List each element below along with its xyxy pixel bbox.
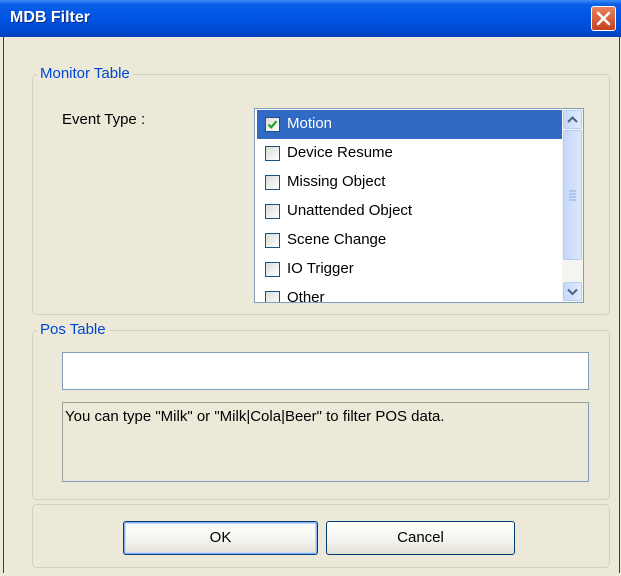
button-bar-group	[32, 504, 610, 568]
chevron-down-icon	[567, 288, 578, 296]
close-button[interactable]	[591, 6, 616, 31]
event-label: Other	[287, 289, 325, 303]
event-label: Scene Change	[287, 231, 387, 248]
list-item[interactable]: Other	[257, 284, 563, 303]
pos-hint-text: You can type "Milk" or "Milk|Cola|Beer" …	[65, 408, 445, 425]
monitor-table-legend: Monitor Table	[37, 66, 133, 82]
list-item[interactable]: Scene Change	[257, 226, 563, 255]
cancel-button[interactable]: Cancel	[326, 521, 515, 555]
event-checkbox[interactable]	[265, 262, 280, 277]
event-label: Missing Object	[287, 173, 386, 190]
close-icon	[596, 11, 611, 26]
event-label: Device Resume	[287, 144, 393, 161]
event-checkbox[interactable]	[265, 117, 280, 132]
event-checkbox[interactable]	[265, 204, 280, 219]
event-type-list[interactable]: Motion Device Resume Missing Object Unatten…	[254, 108, 584, 303]
scroll-thumb[interactable]	[563, 130, 582, 260]
pos-filter-input[interactable]	[62, 352, 589, 390]
list-item[interactable]: Missing Object	[257, 168, 563, 197]
event-label: Unattended Object	[287, 202, 413, 219]
list-item[interactable]: Unattended Object	[257, 197, 563, 226]
grip-icon	[569, 190, 576, 201]
event-type-label: Event Type :	[62, 111, 146, 128]
scroll-up-button[interactable]	[563, 110, 582, 129]
pos-table-legend: Pos Table	[37, 322, 109, 338]
list-scrollbar[interactable]	[562, 109, 583, 302]
event-checkbox[interactable]	[265, 233, 280, 248]
checkmark-icon	[267, 120, 278, 129]
list-item[interactable]: Motion	[257, 110, 563, 139]
chevron-up-icon	[567, 116, 578, 123]
event-checkbox[interactable]	[265, 146, 280, 161]
event-label: IO Trigger	[287, 260, 354, 277]
list-item[interactable]: Device Resume	[257, 139, 563, 168]
ok-button[interactable]: OK	[123, 521, 318, 555]
event-checkbox[interactable]	[265, 291, 280, 302]
title-bar[interactable]: MDB Filter	[0, 0, 621, 37]
pos-hint-box: You can type "Milk" or "Milk|Cola|Beer" …	[62, 402, 589, 482]
event-checkbox[interactable]	[265, 175, 280, 190]
list-item[interactable]: IO Trigger	[257, 255, 563, 284]
scroll-down-button[interactable]	[563, 282, 582, 301]
window-title: MDB Filter	[10, 9, 90, 26]
event-label: Motion	[287, 115, 333, 132]
